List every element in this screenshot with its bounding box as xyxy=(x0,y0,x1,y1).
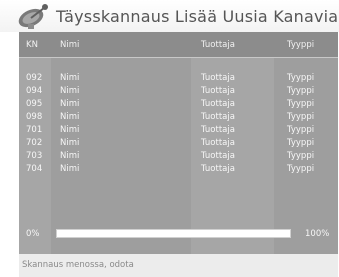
status-bar: Skannaus menossa, odota xyxy=(19,254,338,277)
row-provider: Tuottaja xyxy=(201,99,235,109)
status-message: Skannaus menossa, odota xyxy=(22,260,134,270)
table-header: KN Nimi Tuottaja Tyyppi xyxy=(19,32,338,57)
row-channel-name: Nimi xyxy=(60,99,80,109)
row-type: Tyyppi xyxy=(287,125,315,135)
table-row[interactable]: 095 Nimi Tuottaja Tyyppi xyxy=(19,99,338,112)
row-channel-name: Nimi xyxy=(60,86,80,96)
header-divider xyxy=(19,57,338,58)
row-provider: Tuottaja xyxy=(201,112,235,122)
row-provider: Tuottaja xyxy=(201,73,235,83)
table-row[interactable]: 701 Nimi Tuottaja Tyyppi xyxy=(19,125,338,138)
row-channel-name: Nimi xyxy=(60,151,80,161)
row-channel-name: Nimi xyxy=(60,125,80,135)
column-header-kn: KN xyxy=(26,40,38,50)
column-header-name: Nimi xyxy=(60,40,80,50)
table-row[interactable]: 702 Nimi Tuottaja Tyyppi xyxy=(19,138,338,151)
table-row[interactable]: 094 Nimi Tuottaja Tyyppi xyxy=(19,86,338,99)
row-type: Tyyppi xyxy=(287,112,315,122)
column-header-provider: Tuottaja xyxy=(201,40,235,50)
title-bar: Täysskannaus Lisää Uusia Kanavia xyxy=(0,0,339,32)
row-channel-number: 703 xyxy=(26,151,43,161)
row-provider: Tuottaja xyxy=(201,125,235,135)
row-type: Tyyppi xyxy=(287,86,315,96)
row-channel-number: 702 xyxy=(26,138,43,148)
table-row[interactable]: 703 Nimi Tuottaja Tyyppi xyxy=(19,151,338,164)
row-type: Tyyppi xyxy=(287,138,315,148)
row-type: Tyyppi xyxy=(287,99,315,109)
row-provider: Tuottaja xyxy=(201,86,235,96)
row-channel-number: 098 xyxy=(26,112,43,122)
row-channel-name: Nimi xyxy=(60,112,80,122)
column-header-type: Tyyppi xyxy=(287,40,315,50)
scan-progress-fill xyxy=(57,230,290,237)
row-channel-name: Nimi xyxy=(60,164,80,174)
row-channel-name: Nimi xyxy=(60,73,80,83)
row-channel-number: 701 xyxy=(26,125,43,135)
table-row[interactable]: 098 Nimi Tuottaja Tyyppi xyxy=(19,112,338,125)
row-channel-number: 704 xyxy=(26,164,43,174)
row-provider: Tuottaja xyxy=(201,151,235,161)
table-row[interactable]: 092 Nimi Tuottaja Tyyppi xyxy=(19,73,338,86)
page-title: Täysskannaus Lisää Uusia Kanavia xyxy=(56,7,339,26)
row-type: Tyyppi xyxy=(287,164,315,174)
table-row[interactable]: 704 Nimi Tuottaja Tyyppi xyxy=(19,164,338,177)
channel-scan-panel: KN Nimi Tuottaja Tyyppi 092 Nimi Tuottaj… xyxy=(19,32,338,254)
row-type: Tyyppi xyxy=(287,151,315,161)
progress-start-label: 0% xyxy=(26,229,40,239)
scan-progress-bar xyxy=(56,229,291,238)
row-channel-name: Nimi xyxy=(60,138,80,148)
row-provider: Tuottaja xyxy=(201,138,235,148)
satellite-dish-icon xyxy=(18,4,48,29)
row-channel-number: 094 xyxy=(26,86,43,96)
row-channel-number: 092 xyxy=(26,73,43,83)
progress-end-label: 100% xyxy=(305,229,330,239)
row-channel-number: 095 xyxy=(26,99,43,109)
row-type: Tyyppi xyxy=(287,73,315,83)
row-provider: Tuottaja xyxy=(201,164,235,174)
